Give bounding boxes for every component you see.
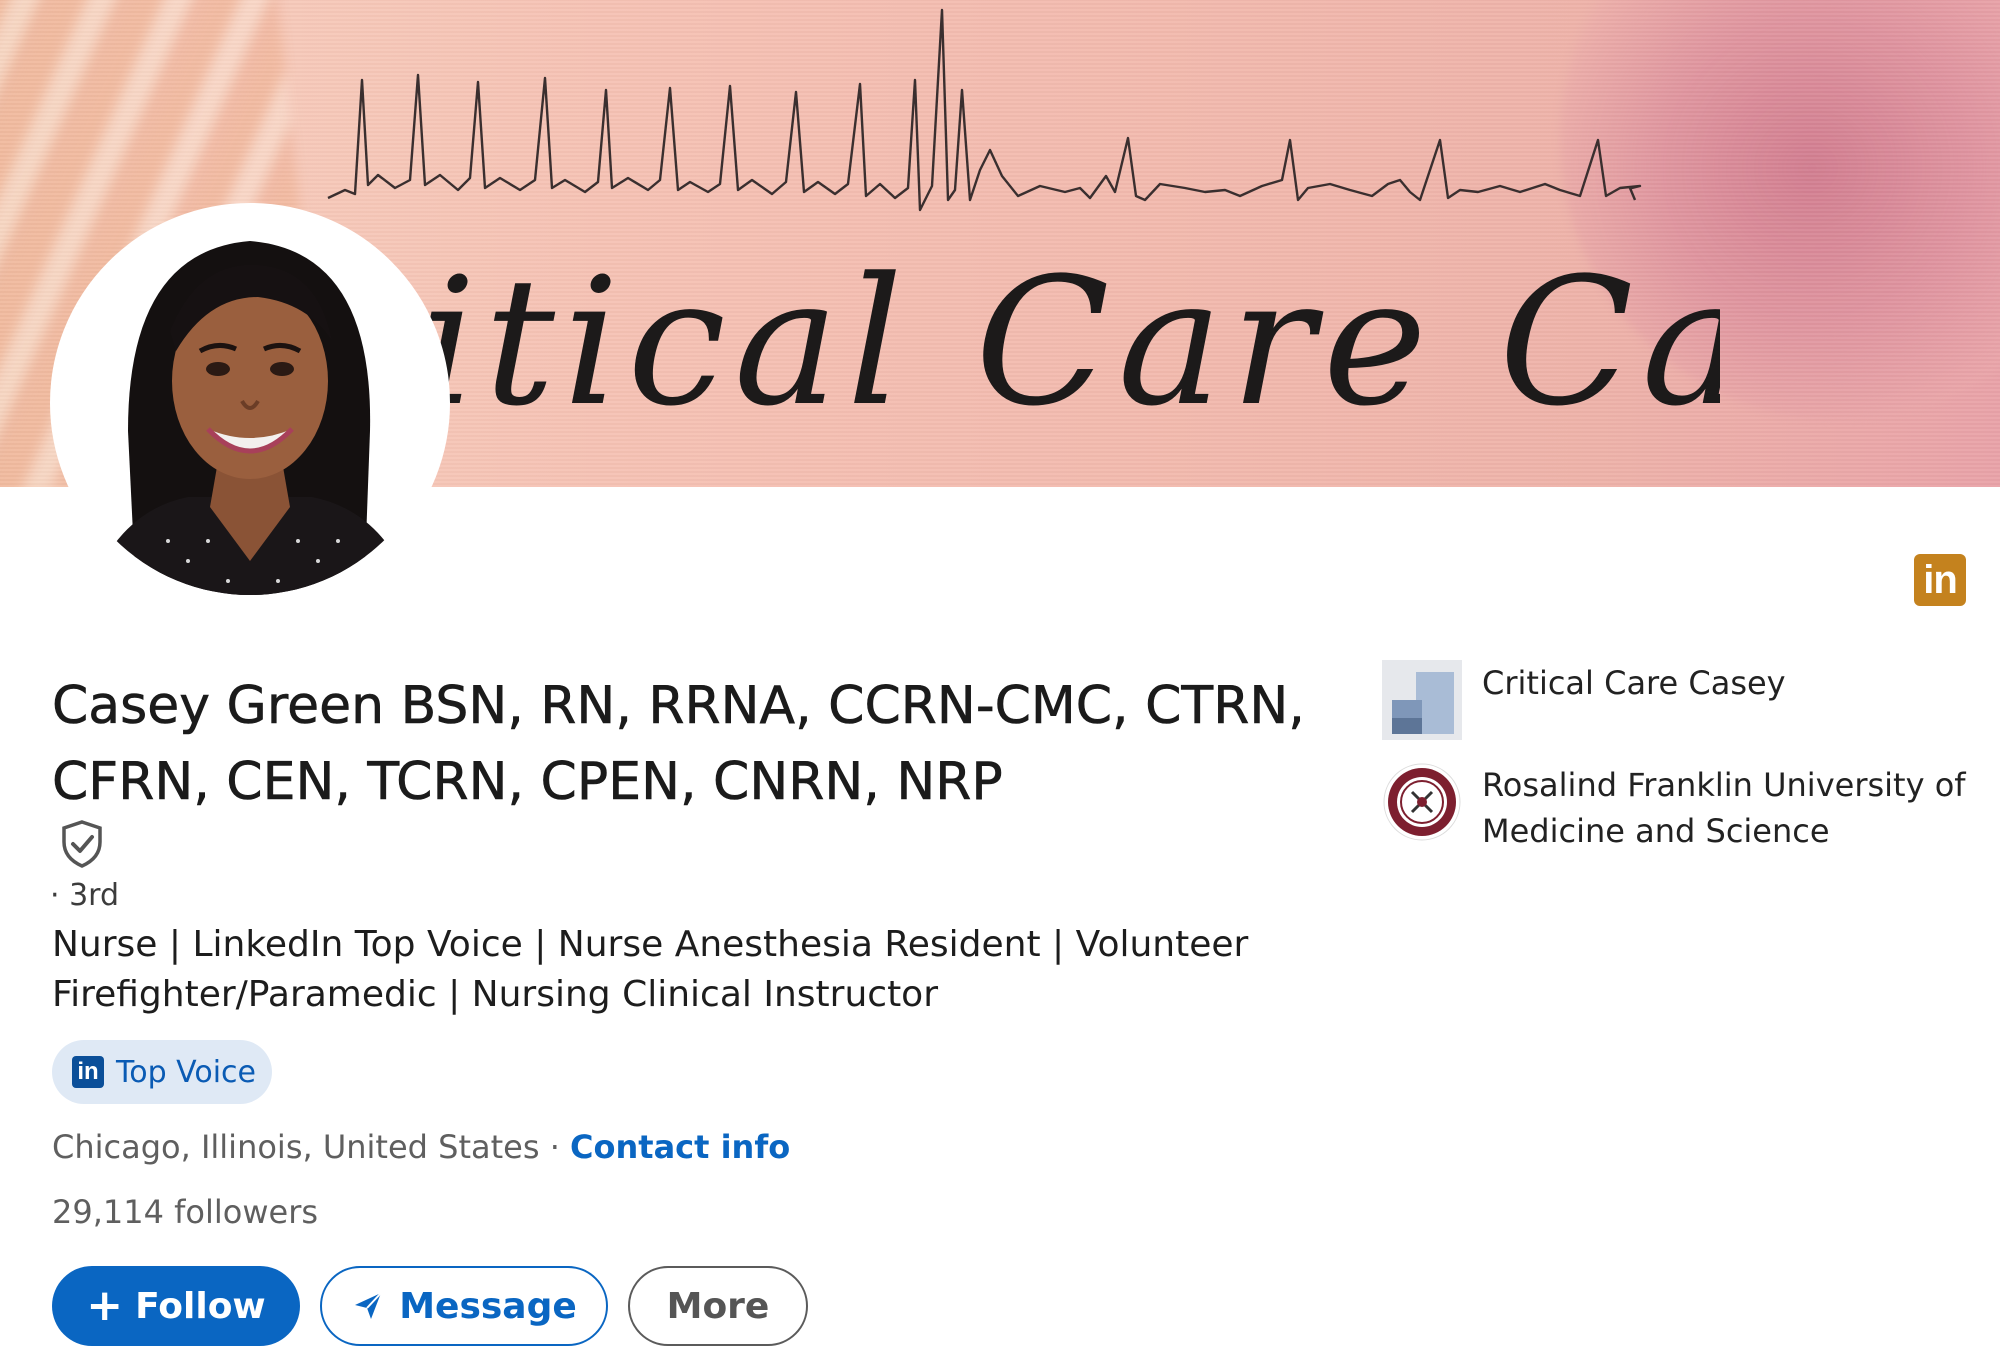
follow-button[interactable]: + Follow <box>52 1266 300 1346</box>
followers-count: 29,114 followers <box>52 1193 319 1231</box>
linkedin-icon[interactable]: in <box>1914 554 1966 606</box>
message-button[interactable]: Message <box>320 1266 608 1346</box>
connection-degree: · 3rd <box>50 878 120 913</box>
profile-headline: Nurse | LinkedIn Top Voice | Nurse Anest… <box>52 924 1249 1015</box>
top-voice-label: Top Voice <box>116 1054 256 1090</box>
linkedin-icon: in <box>72 1056 104 1088</box>
contact-info-link[interactable]: Contact info <box>570 1128 790 1166</box>
university-seal-icon <box>1383 763 1461 841</box>
more-button[interactable]: More <box>628 1266 808 1346</box>
message-label: Message <box>399 1285 577 1327</box>
plus-icon: + <box>86 1280 124 1331</box>
school-name: Rosalind Franklin University of Medicine… <box>1482 766 1966 850</box>
ecg-waveform-icon <box>327 8 1642 212</box>
avatar-photo <box>58 211 442 595</box>
current-company[interactable]: Critical Care Casey <box>1382 660 2000 740</box>
location-row: Chicago, Illinois, United States · Conta… <box>52 1128 790 1166</box>
education-school[interactable]: Rosalind Franklin University of Medicine… <box>1382 762 2000 854</box>
location-text: Chicago, Illinois, United States <box>52 1128 540 1166</box>
profile-avatar[interactable] <box>50 203 450 603</box>
verified-shield-icon[interactable] <box>56 818 108 870</box>
company-name: Critical Care Casey <box>1482 664 1786 702</box>
banner-title: itical Care Casey <box>420 240 1720 445</box>
company-logo-icon <box>1382 660 1462 740</box>
top-voice-badge[interactable]: in Top Voice <box>52 1040 272 1104</box>
profile-name: Casey Green BSN, RN, RRNA, CCRN-CMC, CTR… <box>52 676 1305 813</box>
follow-label: Follow <box>135 1285 266 1327</box>
location-separator: · <box>549 1128 560 1166</box>
more-label: More <box>666 1285 770 1327</box>
send-icon <box>355 1292 382 1319</box>
